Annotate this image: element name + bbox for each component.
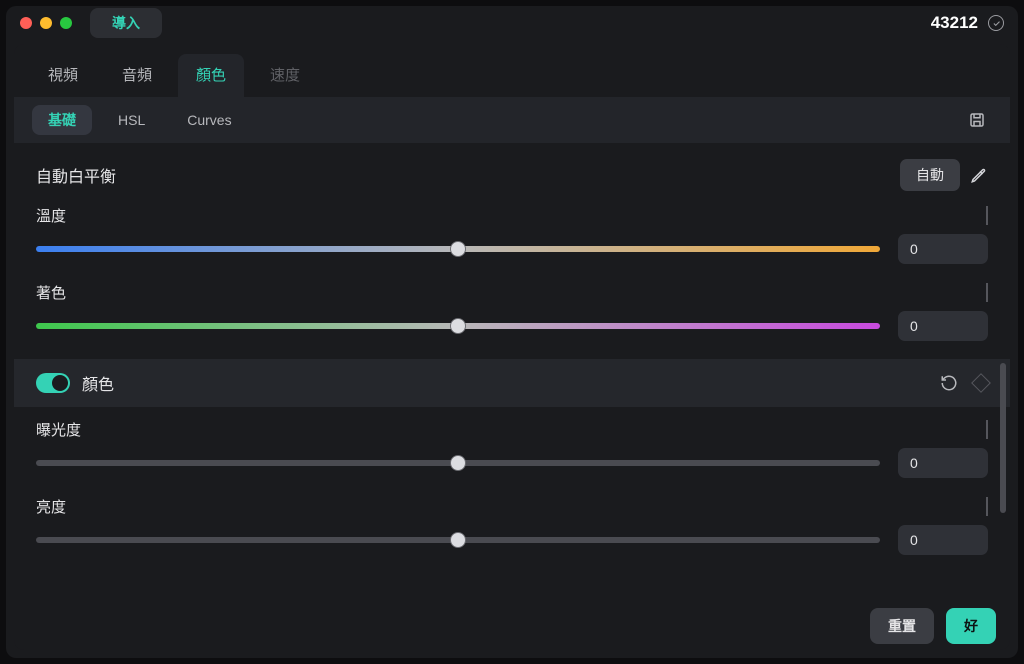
status-check-icon (988, 15, 1004, 31)
save-preset-icon[interactable] (962, 107, 992, 133)
minimize-window-dot[interactable] (40, 17, 52, 29)
temperature-value[interactable]: 0 (898, 234, 988, 264)
brightness-thumb[interactable] (450, 532, 466, 548)
window-traffic-lights[interactable] (20, 17, 72, 29)
scrollbar[interactable] (1000, 363, 1006, 513)
temperature-label: 溫度 (36, 205, 66, 226)
auto-wb-button[interactable]: 自動 (900, 159, 960, 191)
reset-button[interactable]: 重置 (870, 608, 934, 644)
keyframe-diamond-icon[interactable] (986, 206, 988, 225)
subtab-hsl[interactable]: HSL (102, 107, 161, 133)
reset-group-icon[interactable] (940, 374, 958, 392)
brightness-label: 亮度 (36, 496, 66, 517)
tint-thumb[interactable] (450, 318, 466, 334)
project-id: 43212 (931, 13, 978, 33)
tint-slider[interactable] (36, 323, 880, 329)
tab-video[interactable]: 視頻 (30, 54, 96, 97)
keyframe-diamond-icon[interactable] (986, 420, 988, 439)
color-group-label: 顏色 (82, 371, 114, 395)
tint-label: 著色 (36, 282, 66, 303)
close-window-dot[interactable] (20, 17, 32, 29)
exposure-label: 曝光度 (36, 419, 81, 440)
tint-value[interactable]: 0 (898, 311, 988, 341)
keyframe-diamond-icon[interactable] (971, 373, 991, 393)
brightness-value[interactable]: 0 (898, 525, 988, 555)
keyframe-diamond-icon[interactable] (986, 497, 988, 516)
exposure-thumb[interactable] (450, 455, 466, 471)
color-toggle[interactable] (36, 373, 70, 393)
eyedropper-icon[interactable] (970, 166, 988, 184)
ok-button[interactable]: 好 (946, 608, 996, 644)
tab-speed[interactable]: 速度 (252, 54, 318, 97)
brightness-slider[interactable] (36, 537, 880, 543)
auto-white-balance-label: 自動白平衡 (36, 163, 116, 187)
subtab-basic[interactable]: 基礎 (32, 105, 92, 135)
temperature-slider[interactable] (36, 246, 880, 252)
subtab-curves[interactable]: Curves (171, 107, 247, 133)
exposure-value[interactable]: 0 (898, 448, 988, 478)
tab-color[interactable]: 顏色 (178, 54, 244, 97)
tab-audio[interactable]: 音頻 (104, 54, 170, 97)
temperature-thumb[interactable] (450, 241, 466, 257)
maximize-window-dot[interactable] (60, 17, 72, 29)
import-button[interactable]: 導入 (90, 8, 162, 38)
keyframe-diamond-icon[interactable] (986, 283, 988, 302)
exposure-slider[interactable] (36, 460, 880, 466)
